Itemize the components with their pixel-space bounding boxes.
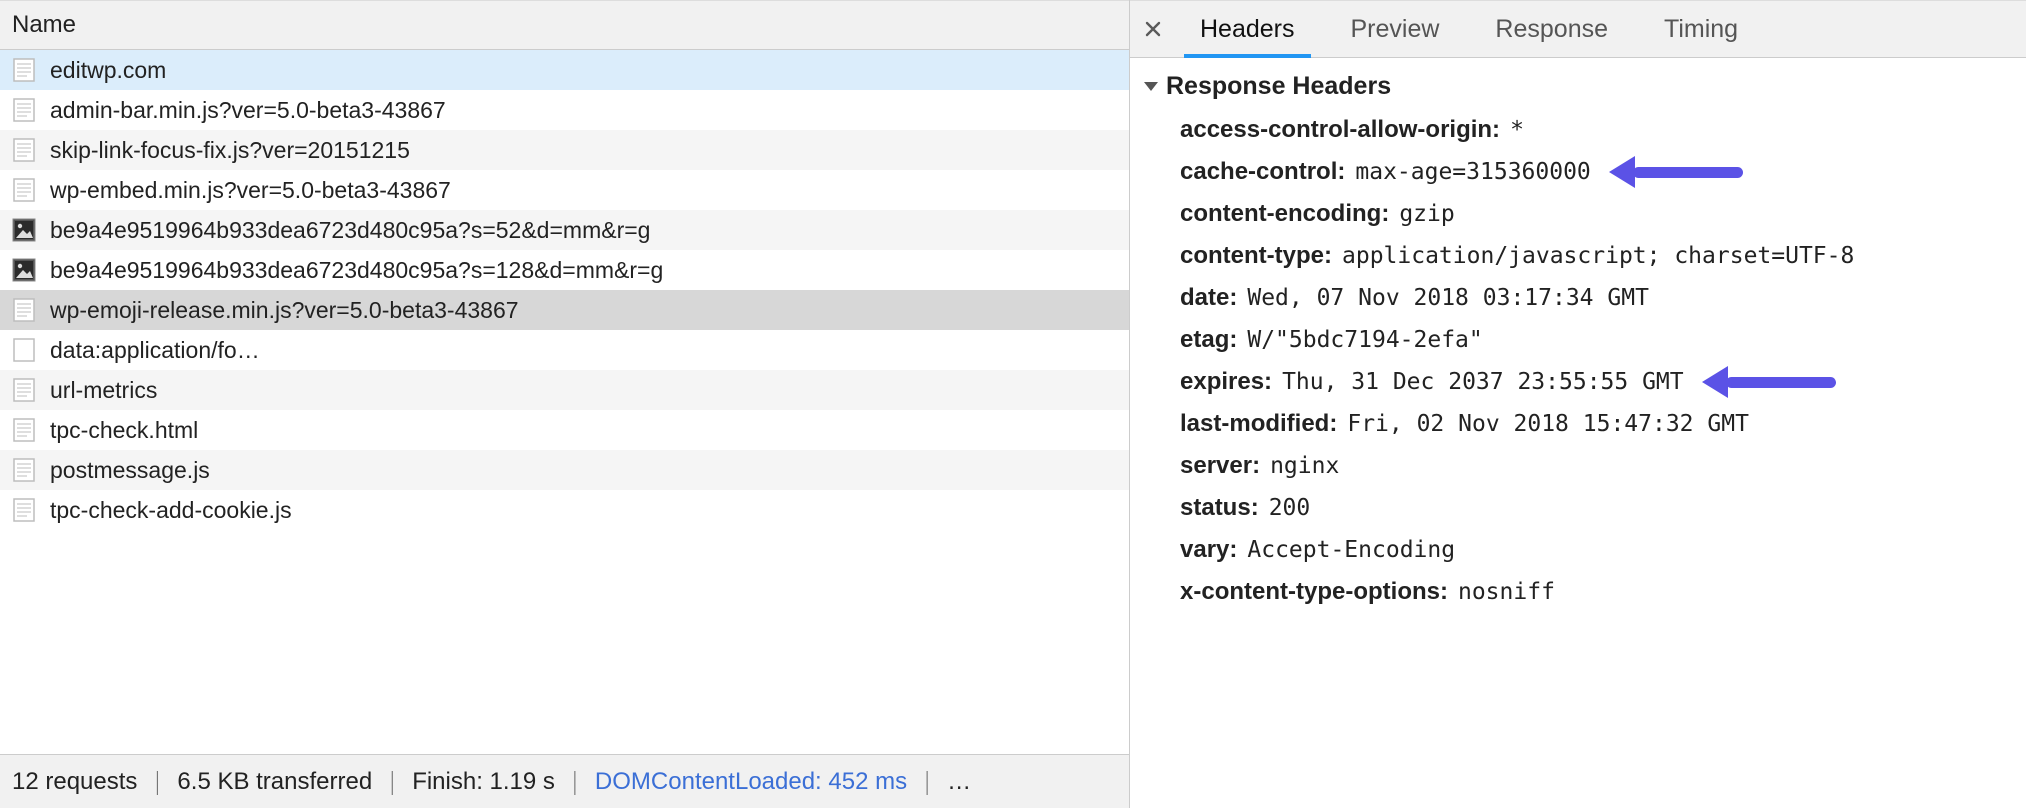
request-row[interactable]: skip-link-focus-fix.js?ver=20151215 — [0, 130, 1129, 170]
header-value: * — [1510, 117, 1524, 143]
status-separator: ｜ — [915, 764, 939, 799]
document-file-icon — [12, 98, 36, 122]
request-name: url-metrics — [50, 377, 157, 404]
header-name: cache-control: — [1180, 158, 1345, 186]
header-name: last-modified: — [1180, 410, 1337, 438]
annotation-arrow-icon — [1702, 372, 1836, 392]
header-line: date: Wed, 07 Nov 2018 03:17:34 GMT — [1144, 277, 2026, 319]
status-separator: ｜ — [380, 764, 404, 799]
close-icon[interactable] — [1138, 14, 1168, 44]
header-line: access-control-allow-origin: * — [1144, 109, 2026, 151]
header-name: vary: — [1180, 536, 1237, 564]
header-value: max-age=315360000 — [1355, 159, 1590, 185]
header-value: gzip — [1399, 201, 1454, 227]
header-line: server: nginx — [1144, 445, 2026, 487]
status-bar: 12 requests ｜ 6.5 KB transferred ｜ Finis… — [0, 754, 1129, 808]
header-name: content-encoding: — [1180, 200, 1389, 228]
request-name: wp-embed.min.js?ver=5.0-beta3-43867 — [50, 177, 451, 204]
status-separator: ｜ — [145, 764, 169, 799]
triangle-down-icon — [1144, 82, 1158, 91]
request-name: be9a4e9519964b933dea6723d480c95a?s=52&d=… — [50, 217, 650, 244]
annotation-arrow-icon — [1609, 162, 1743, 182]
header-value: Fri, 02 Nov 2018 15:47:32 GMT — [1347, 411, 1749, 437]
response-headers-section[interactable]: Response Headers — [1144, 72, 2026, 101]
header-value: application/javascript; charset=UTF-8 — [1342, 243, 1854, 269]
header-name: server: — [1180, 452, 1260, 480]
header-value: Thu, 31 Dec 2037 23:55:55 GMT — [1282, 369, 1684, 395]
request-name: admin-bar.min.js?ver=5.0-beta3-43867 — [50, 97, 446, 124]
document-file-icon — [12, 378, 36, 402]
request-name: be9a4e9519964b933dea6723d480c95a?s=128&d… — [50, 257, 663, 284]
header-name: content-type: — [1180, 242, 1332, 270]
column-header-name[interactable]: Name — [0, 0, 1129, 50]
document-file-icon — [12, 498, 36, 522]
header-line: content-encoding: gzip — [1144, 193, 2026, 235]
request-name: tpc-check-add-cookie.js — [50, 497, 292, 524]
request-row[interactable]: postmessage.js — [0, 450, 1129, 490]
header-value: 200 — [1269, 495, 1311, 521]
request-row[interactable]: tpc-check.html — [0, 410, 1129, 450]
header-name: date: — [1180, 284, 1237, 312]
header-line: status: 200 — [1144, 487, 2026, 529]
request-row[interactable]: data:application/fo… — [0, 330, 1129, 370]
request-row[interactable]: wp-embed.min.js?ver=5.0-beta3-43867 — [0, 170, 1129, 210]
request-name: data:application/fo… — [50, 337, 260, 364]
request-name: skip-link-focus-fix.js?ver=20151215 — [50, 137, 410, 164]
header-line: expires: Thu, 31 Dec 2037 23:55:55 GMT — [1144, 361, 2026, 403]
headers-body: Response Headers access-control-allow-or… — [1130, 58, 2026, 808]
document-file-icon — [12, 178, 36, 202]
header-line: etag: W/"5bdc7194-2efa" — [1144, 319, 2026, 361]
request-row[interactable]: be9a4e9519964b933dea6723d480c95a?s=128&d… — [0, 250, 1129, 290]
header-line: cache-control: max-age=315360000 — [1144, 151, 2026, 193]
request-row[interactable]: admin-bar.min.js?ver=5.0-beta3-43867 — [0, 90, 1129, 130]
header-line: x-content-type-options: nosniff — [1144, 571, 2026, 613]
document-file-icon — [12, 458, 36, 482]
header-value: nginx — [1270, 453, 1339, 479]
header-value: nosniff — [1458, 579, 1555, 605]
request-name: postmessage.js — [50, 457, 210, 484]
status-requests: 12 requests — [12, 768, 137, 796]
blank-file-icon — [12, 338, 36, 362]
document-file-icon — [12, 298, 36, 322]
request-list: editwp.com admin-bar.min.js?ver=5.0-beta3… — [0, 50, 1129, 754]
tab-preview[interactable]: Preview — [1323, 1, 1468, 57]
header-value: Accept-Encoding — [1247, 537, 1455, 563]
tab-timing[interactable]: Timing — [1636, 1, 1766, 57]
request-row[interactable]: tpc-check-add-cookie.js — [0, 490, 1129, 530]
header-value: Wed, 07 Nov 2018 03:17:34 GMT — [1247, 285, 1649, 311]
header-name: etag: — [1180, 326, 1237, 354]
status-finish: Finish: 1.19 s — [412, 768, 555, 796]
request-row[interactable]: be9a4e9519964b933dea6723d480c95a?s=52&d=… — [0, 210, 1129, 250]
status-tail: … — [947, 768, 971, 796]
status-separator: ｜ — [563, 764, 587, 799]
status-transferred: 6.5 KB transferred — [177, 768, 372, 796]
tab-response[interactable]: Response — [1467, 1, 1636, 57]
header-name: expires: — [1180, 368, 1272, 396]
request-name: tpc-check.html — [50, 417, 198, 444]
header-value: W/"5bdc7194-2efa" — [1247, 327, 1482, 353]
network-requests-panel: Name editwp.com admin-bar.min.js?ver=5.0-… — [0, 0, 1130, 808]
image-file-icon — [12, 258, 36, 282]
tab-headers[interactable]: Headers — [1172, 1, 1323, 57]
header-name: x-content-type-options: — [1180, 578, 1448, 606]
header-line: last-modified: Fri, 02 Nov 2018 15:47:32 … — [1144, 403, 2026, 445]
document-file-icon — [12, 138, 36, 162]
request-row[interactable]: editwp.com — [0, 50, 1129, 90]
request-name: editwp.com — [50, 57, 166, 84]
header-line: content-type: application/javascript; cha… — [1144, 235, 2026, 277]
section-title: Response Headers — [1166, 72, 1391, 101]
request-row[interactable]: url-metrics — [0, 370, 1129, 410]
header-line: vary: Accept-Encoding — [1144, 529, 2026, 571]
details-panel: HeadersPreviewResponseTiming Response He… — [1130, 0, 2026, 808]
image-file-icon — [12, 218, 36, 242]
request-name: wp-emoji-release.min.js?ver=5.0-beta3-43… — [50, 297, 519, 324]
request-row[interactable]: wp-emoji-release.min.js?ver=5.0-beta3-43… — [0, 290, 1129, 330]
tabs-bar: HeadersPreviewResponseTiming — [1130, 0, 2026, 58]
header-name: status: — [1180, 494, 1259, 522]
document-file-icon — [12, 58, 36, 82]
app-root: Name editwp.com admin-bar.min.js?ver=5.0-… — [0, 0, 2026, 808]
document-file-icon — [12, 418, 36, 442]
status-domcontentloaded: DOMContentLoaded: 452 ms — [595, 768, 907, 796]
header-name: access-control-allow-origin: — [1180, 116, 1500, 144]
